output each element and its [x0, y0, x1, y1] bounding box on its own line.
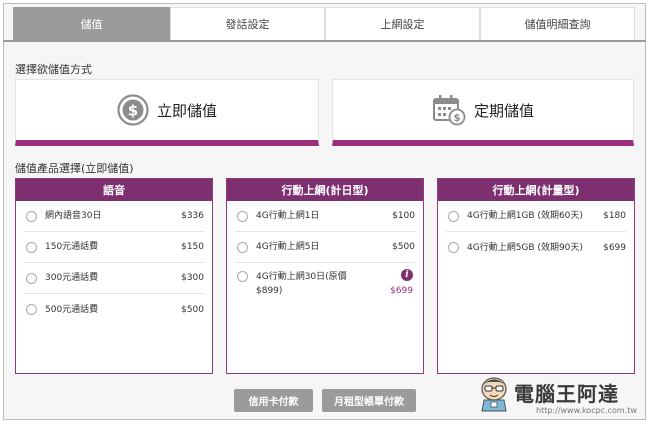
credit-card-pay-button[interactable]: 信用卡付款: [234, 389, 313, 412]
radio-button[interactable]: [26, 272, 37, 284]
daily-data-column: 行動上網(計日型) 4G行動上網1日 $100 4G行動上網5日 $500 4G…: [226, 178, 424, 374]
voice-column: 語音 網內語音30日 $336 150元通話費 $150 300元通話費 $30…: [15, 178, 213, 374]
product-item[interactable]: 500元通話費 $500: [24, 294, 204, 325]
watermark-url: http://www.kocpc.com.tw: [536, 406, 637, 415]
product-item[interactable]: 4G行動上網5GB (效期90天) $699: [446, 232, 626, 263]
product-name: 300元通話費: [45, 273, 99, 283]
tab-bar: 儲值 發話設定 上網設定 儲值明細查詢: [13, 7, 635, 40]
tab-internet-settings[interactable]: 上網設定: [325, 7, 480, 40]
product-name: 4G行動上網5日: [256, 242, 320, 252]
product-item[interactable]: 150元通話費 $150: [24, 232, 204, 263]
radio-button[interactable]: [237, 241, 248, 253]
watermark-title: 電腦王阿達: [514, 382, 619, 406]
column-header: 語音: [16, 179, 212, 201]
product-price: $336: [181, 211, 204, 221]
tab-topup-history[interactable]: 儲值明細查詢: [480, 7, 635, 40]
mascot-logo-icon: [478, 376, 510, 412]
scheduled-topup-label: 定期儲值: [473, 101, 534, 120]
product-price: $100: [392, 211, 415, 221]
product-name: 4G行動上網1日: [256, 211, 320, 221]
product-item[interactable]: 4G行動上網1日 $100: [235, 201, 415, 232]
column-header: 行動上網(計日型): [227, 179, 423, 201]
radio-button[interactable]: [237, 271, 248, 282]
scheduled-topup-card[interactable]: $ 定期儲值: [332, 79, 634, 146]
tab-call-settings[interactable]: 發話設定: [170, 7, 325, 40]
product-name: 150元通話費: [45, 242, 99, 252]
product-item[interactable]: 300元通話費 $300: [24, 263, 204, 294]
column-header: 行動上網(計量型): [438, 179, 634, 201]
radio-button[interactable]: [448, 210, 459, 222]
product-price: $150: [181, 242, 204, 252]
product-price: $699: [390, 286, 413, 296]
watermark: 電腦王阿達 http://www.kocpc.com.tw: [478, 374, 646, 420]
calendar-money-icon: $: [432, 94, 466, 126]
product-name: 4G行動上網1GB (效期60天): [467, 211, 583, 221]
radio-button[interactable]: [448, 242, 459, 253]
product-price: $500: [181, 304, 204, 315]
product-item[interactable]: 網內語音30日 $336: [24, 201, 204, 232]
radio-button[interactable]: [26, 241, 37, 253]
product-price: $180: [603, 211, 626, 221]
dollar-coin-icon: $: [117, 94, 149, 126]
product-name: 500元通話費: [45, 304, 99, 315]
product-price: $699: [603, 242, 626, 253]
method-section-label: 選擇欲儲值方式: [15, 63, 92, 76]
tab-topup[interactable]: 儲值: [13, 7, 170, 40]
product-item[interactable]: 4G行動上網1GB (效期60天) $180: [446, 201, 626, 232]
product-price: $500: [392, 242, 415, 252]
volume-data-column: 行動上網(計量型) 4G行動上網1GB (效期60天) $180 4G行動上網5…: [437, 178, 635, 374]
info-icon[interactable]: i: [401, 269, 413, 281]
svg-text:$: $: [454, 113, 461, 124]
instant-topup-label: 立即儲值: [156, 101, 217, 120]
tab-underline: [3, 40, 646, 42]
product-section-label: 儲值產品選擇(立即儲值): [15, 162, 134, 175]
radio-button[interactable]: [237, 210, 248, 222]
instant-topup-card[interactable]: $ 立即儲值: [15, 79, 319, 146]
radio-button[interactable]: [26, 210, 37, 222]
product-item[interactable]: 4G行動上網30日(原價 $899) i $699: [235, 263, 415, 309]
product-name: 4G行動上網5GB (效期90天): [467, 242, 583, 253]
radio-button[interactable]: [26, 304, 37, 315]
monthly-bill-pay-button[interactable]: 月租型帳單付款: [322, 389, 416, 412]
product-name: 網內語音30日: [45, 211, 102, 221]
svg-text:$: $: [128, 102, 138, 120]
product-price: $300: [181, 273, 204, 283]
product-item[interactable]: 4G行動上網5日 $500: [235, 232, 415, 263]
